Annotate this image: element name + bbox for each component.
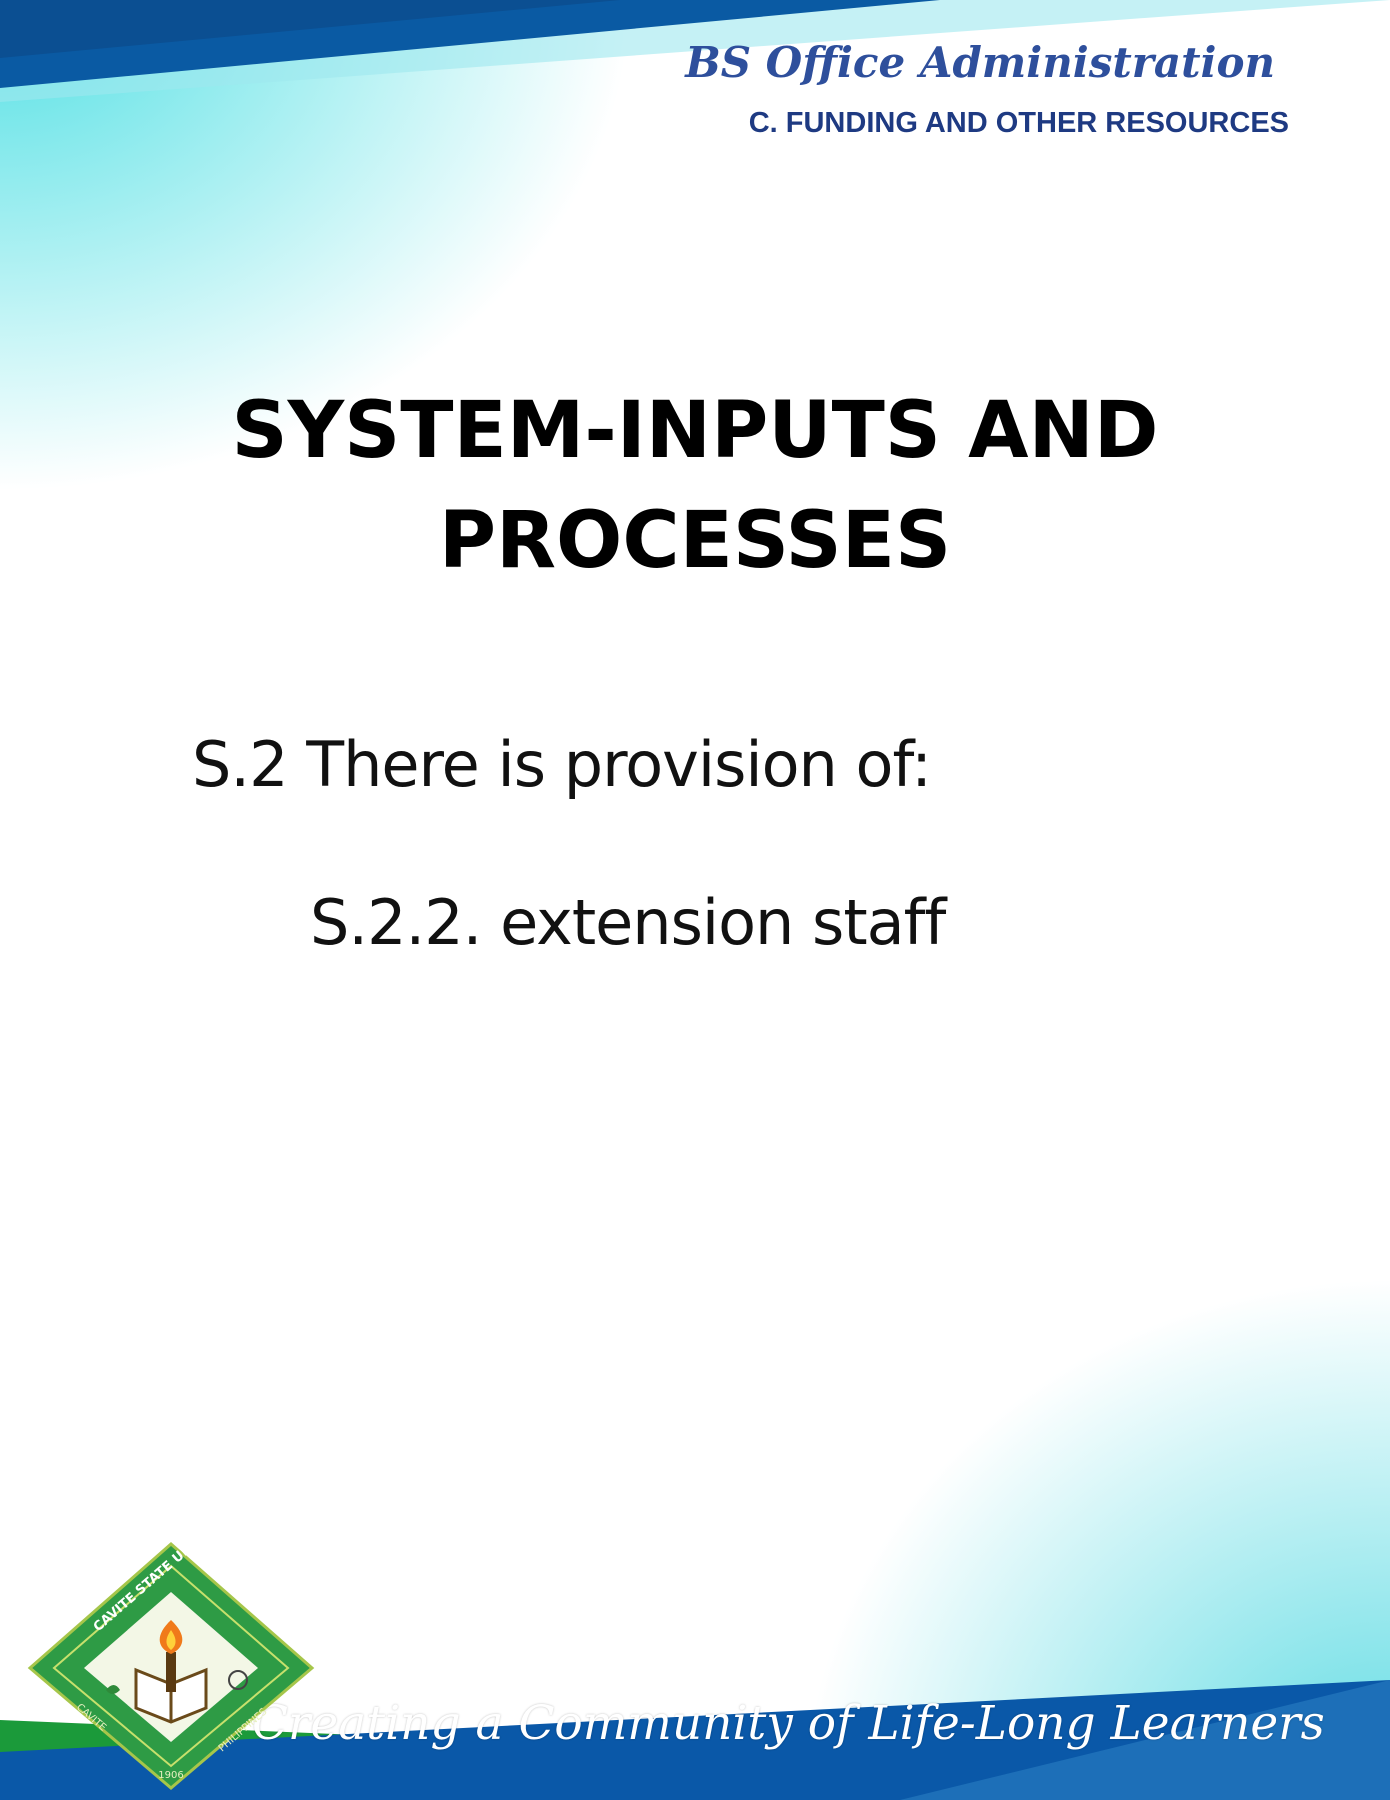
- document-page: BS Office Administration C. FUNDING AND …: [0, 0, 1390, 1800]
- standard-item: S.2.2. extension staff: [310, 886, 946, 959]
- seal-year: 1906: [158, 1770, 183, 1781]
- section-heading: C. FUNDING AND OTHER RESOURCES: [748, 107, 1289, 139]
- title-line-2: PROCESSES: [438, 496, 952, 586]
- footer-tagline: Creating a Community of Life-Long Learne…: [252, 1696, 1325, 1751]
- standard-statement: S.2 There is provision of:: [192, 728, 932, 801]
- title-line-1: SYSTEM-INPUTS AND: [231, 386, 1159, 476]
- university-seal-icon: 1906 CAVITE STATE UNIVERSITY CAVITE PHIL…: [27, 1540, 315, 1790]
- page-title: SYSTEM-INPUTS AND PROCESSES: [0, 376, 1390, 596]
- program-name: BS Office Administration: [685, 38, 1275, 87]
